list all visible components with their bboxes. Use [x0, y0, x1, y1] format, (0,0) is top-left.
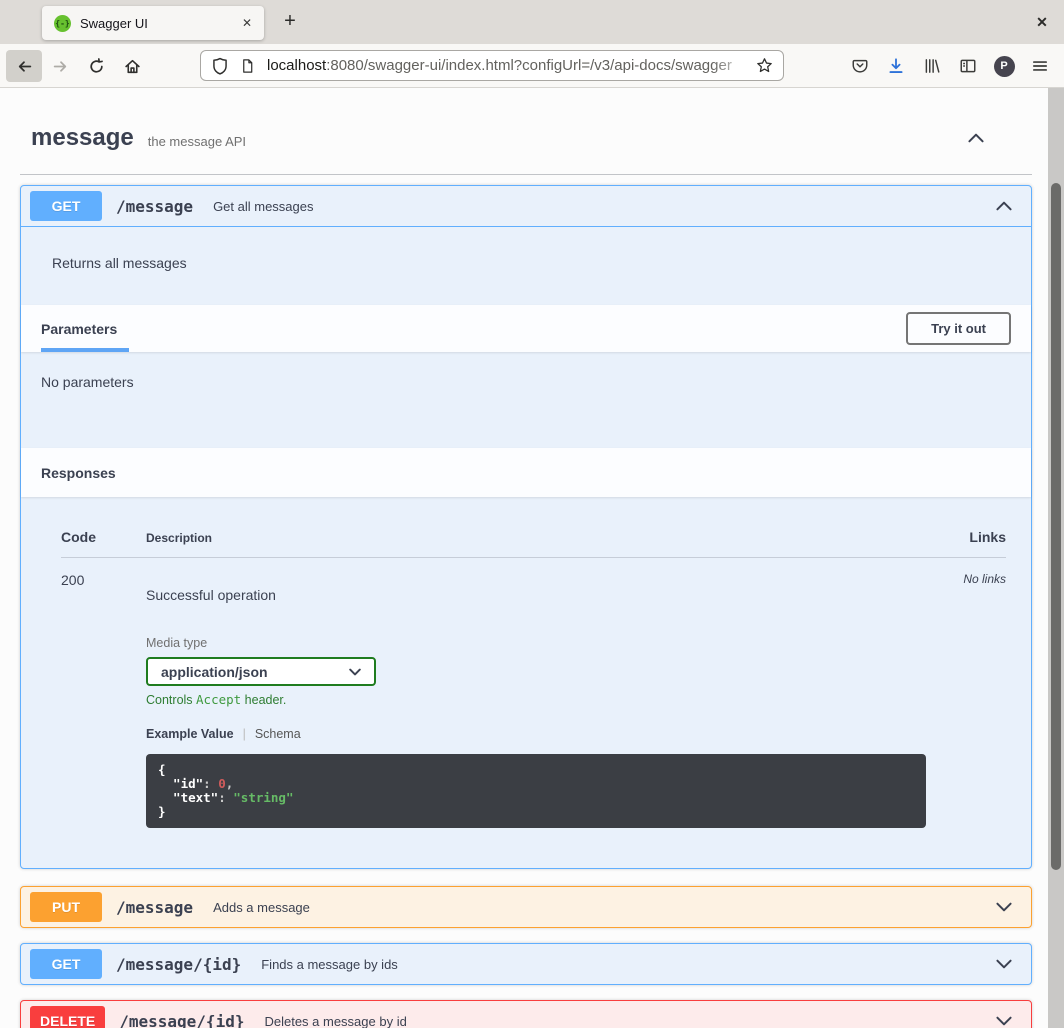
response-row-200: 200 Successful operation Media type appl…: [61, 558, 1006, 828]
hamburger-menu-icon: [1031, 57, 1049, 75]
section-collapse-chevron-up-icon[interactable]: [965, 129, 987, 147]
media-type-label: Media type: [146, 636, 926, 650]
forward-icon: [52, 58, 69, 75]
accept-header-code: Accept: [196, 692, 241, 707]
example-json-block: { "id": 0, "text": "string" }: [146, 754, 926, 828]
response-description: Successful operation: [146, 587, 926, 603]
tag-section-header[interactable]: message the message API: [20, 118, 1032, 175]
op-summary-text: Adds a message: [213, 900, 310, 915]
opblock-get-message-id: GET /message/{id} Finds a message by ids: [20, 943, 1032, 985]
responses-bar: Responses: [21, 448, 1031, 497]
tab-close-icon[interactable]: ✕: [236, 12, 258, 34]
op-path: /message: [116, 197, 193, 216]
op-description: Returns all messages: [21, 227, 1031, 305]
url-bar[interactable]: localhost:8080/swagger-ui/index.html?con…: [200, 50, 784, 81]
op-path: /message/{id}: [119, 1012, 244, 1028]
op-summary-text: Get all messages: [213, 199, 313, 214]
pocket-button[interactable]: [842, 50, 878, 82]
method-badge-put: PUT: [30, 892, 102, 922]
op-path: /message: [116, 898, 193, 917]
shield-icon[interactable]: [211, 57, 229, 75]
back-icon: [16, 58, 33, 75]
home-icon: [124, 58, 141, 75]
tab-title: Swagger UI: [80, 16, 148, 31]
opblock-summary[interactable]: GET /message/{id} Finds a message by ids: [21, 944, 1031, 984]
opblock-get-message: GET /message Get all messages Returns al…: [20, 185, 1032, 869]
home-button[interactable]: [114, 50, 150, 82]
tab-schema[interactable]: Schema: [255, 727, 301, 741]
opblock-put-message: PUT /message Adds a message: [20, 886, 1032, 928]
media-type-select[interactable]: application/json: [146, 657, 376, 686]
opblock-summary[interactable]: PUT /message Adds a message: [21, 887, 1031, 927]
response-code: 200: [61, 572, 146, 828]
no-parameters-text: No parameters: [21, 352, 1031, 448]
scrollbar-track[interactable]: [1048, 88, 1064, 1028]
reload-icon: [88, 58, 105, 75]
new-tab-button[interactable]: +: [276, 7, 304, 35]
profile-button[interactable]: P: [986, 50, 1022, 82]
op-summary-text: Deletes a message by id: [264, 1014, 406, 1028]
responses-table: Code Description Links 200 Successful op…: [21, 497, 1031, 848]
sidebar-button[interactable]: [950, 50, 986, 82]
downloads-button[interactable]: [878, 50, 914, 82]
library-button[interactable]: [914, 50, 950, 82]
tab-separator: |: [243, 727, 246, 741]
browser-tab-bar: {-} Swagger UI ✕ + ✕: [0, 0, 1064, 44]
download-icon: [887, 57, 905, 75]
chevron-down-icon: [349, 668, 361, 676]
method-badge-get: GET: [30, 191, 102, 221]
col-code: Code: [61, 529, 146, 545]
tab-parameters[interactable]: Parameters: [41, 305, 129, 352]
method-badge-get: GET: [30, 949, 102, 979]
swagger-page: message the message API GET /message Get…: [0, 88, 1048, 1028]
op-summary-text: Finds a message by ids: [261, 957, 398, 972]
expand-chevron-down-icon[interactable]: [993, 898, 1015, 916]
op-path: /message/{id}: [116, 955, 241, 974]
tag-description: the message API: [148, 128, 246, 149]
pocket-icon: [851, 57, 869, 75]
address-text[interactable]: localhost:8080/swagger-ui/index.html?con…: [267, 57, 752, 74]
controls-accept-note: Controls Accept header.: [146, 692, 926, 707]
browser-toolbar: localhost:8080/swagger-ui/index.html?con…: [0, 44, 1064, 88]
reload-button[interactable]: [78, 50, 114, 82]
method-badge-delete: DELETE: [30, 1006, 105, 1028]
swagger-favicon-icon: {-}: [54, 15, 71, 32]
scrollbar-thumb[interactable]: [1051, 183, 1061, 870]
page-info-icon[interactable]: [240, 58, 255, 74]
tag-title: message: [31, 124, 134, 152]
opblock-summary[interactable]: GET /message Get all messages: [21, 186, 1031, 227]
col-description: Description: [146, 531, 926, 545]
expand-chevron-down-icon[interactable]: [993, 955, 1015, 973]
media-type-value: application/json: [161, 664, 268, 680]
parameters-bar: Parameters Try it out: [21, 305, 1031, 352]
sidebar-icon: [959, 57, 977, 75]
col-links: Links: [926, 529, 1006, 545]
forward-button[interactable]: [42, 50, 78, 82]
responses-title: Responses: [41, 448, 116, 497]
library-icon: [923, 57, 941, 75]
example-schema-tabs: Example Value | Schema: [146, 727, 926, 741]
responses-table-header: Code Description Links: [61, 529, 1006, 558]
browser-tab[interactable]: {-} Swagger UI ✕: [42, 6, 264, 40]
back-button[interactable]: [6, 50, 42, 82]
try-it-out-button[interactable]: Try it out: [906, 312, 1011, 345]
opblock-delete-message-id: DELETE /message/{id} Deletes a message b…: [20, 1000, 1032, 1028]
response-links: No links: [926, 572, 1006, 828]
opblock-summary[interactable]: DELETE /message/{id} Deletes a message b…: [21, 1001, 1031, 1028]
window-close-icon[interactable]: ✕: [1028, 8, 1056, 36]
profile-icon: P: [994, 56, 1015, 77]
tab-example-value[interactable]: Example Value: [146, 727, 234, 741]
bookmark-star-icon[interactable]: [756, 57, 773, 74]
collapse-chevron-up-icon[interactable]: [993, 197, 1015, 215]
response-description-cell: Successful operation Media type applicat…: [146, 572, 926, 828]
expand-chevron-down-icon[interactable]: [993, 1012, 1015, 1028]
menu-button[interactable]: [1022, 50, 1058, 82]
